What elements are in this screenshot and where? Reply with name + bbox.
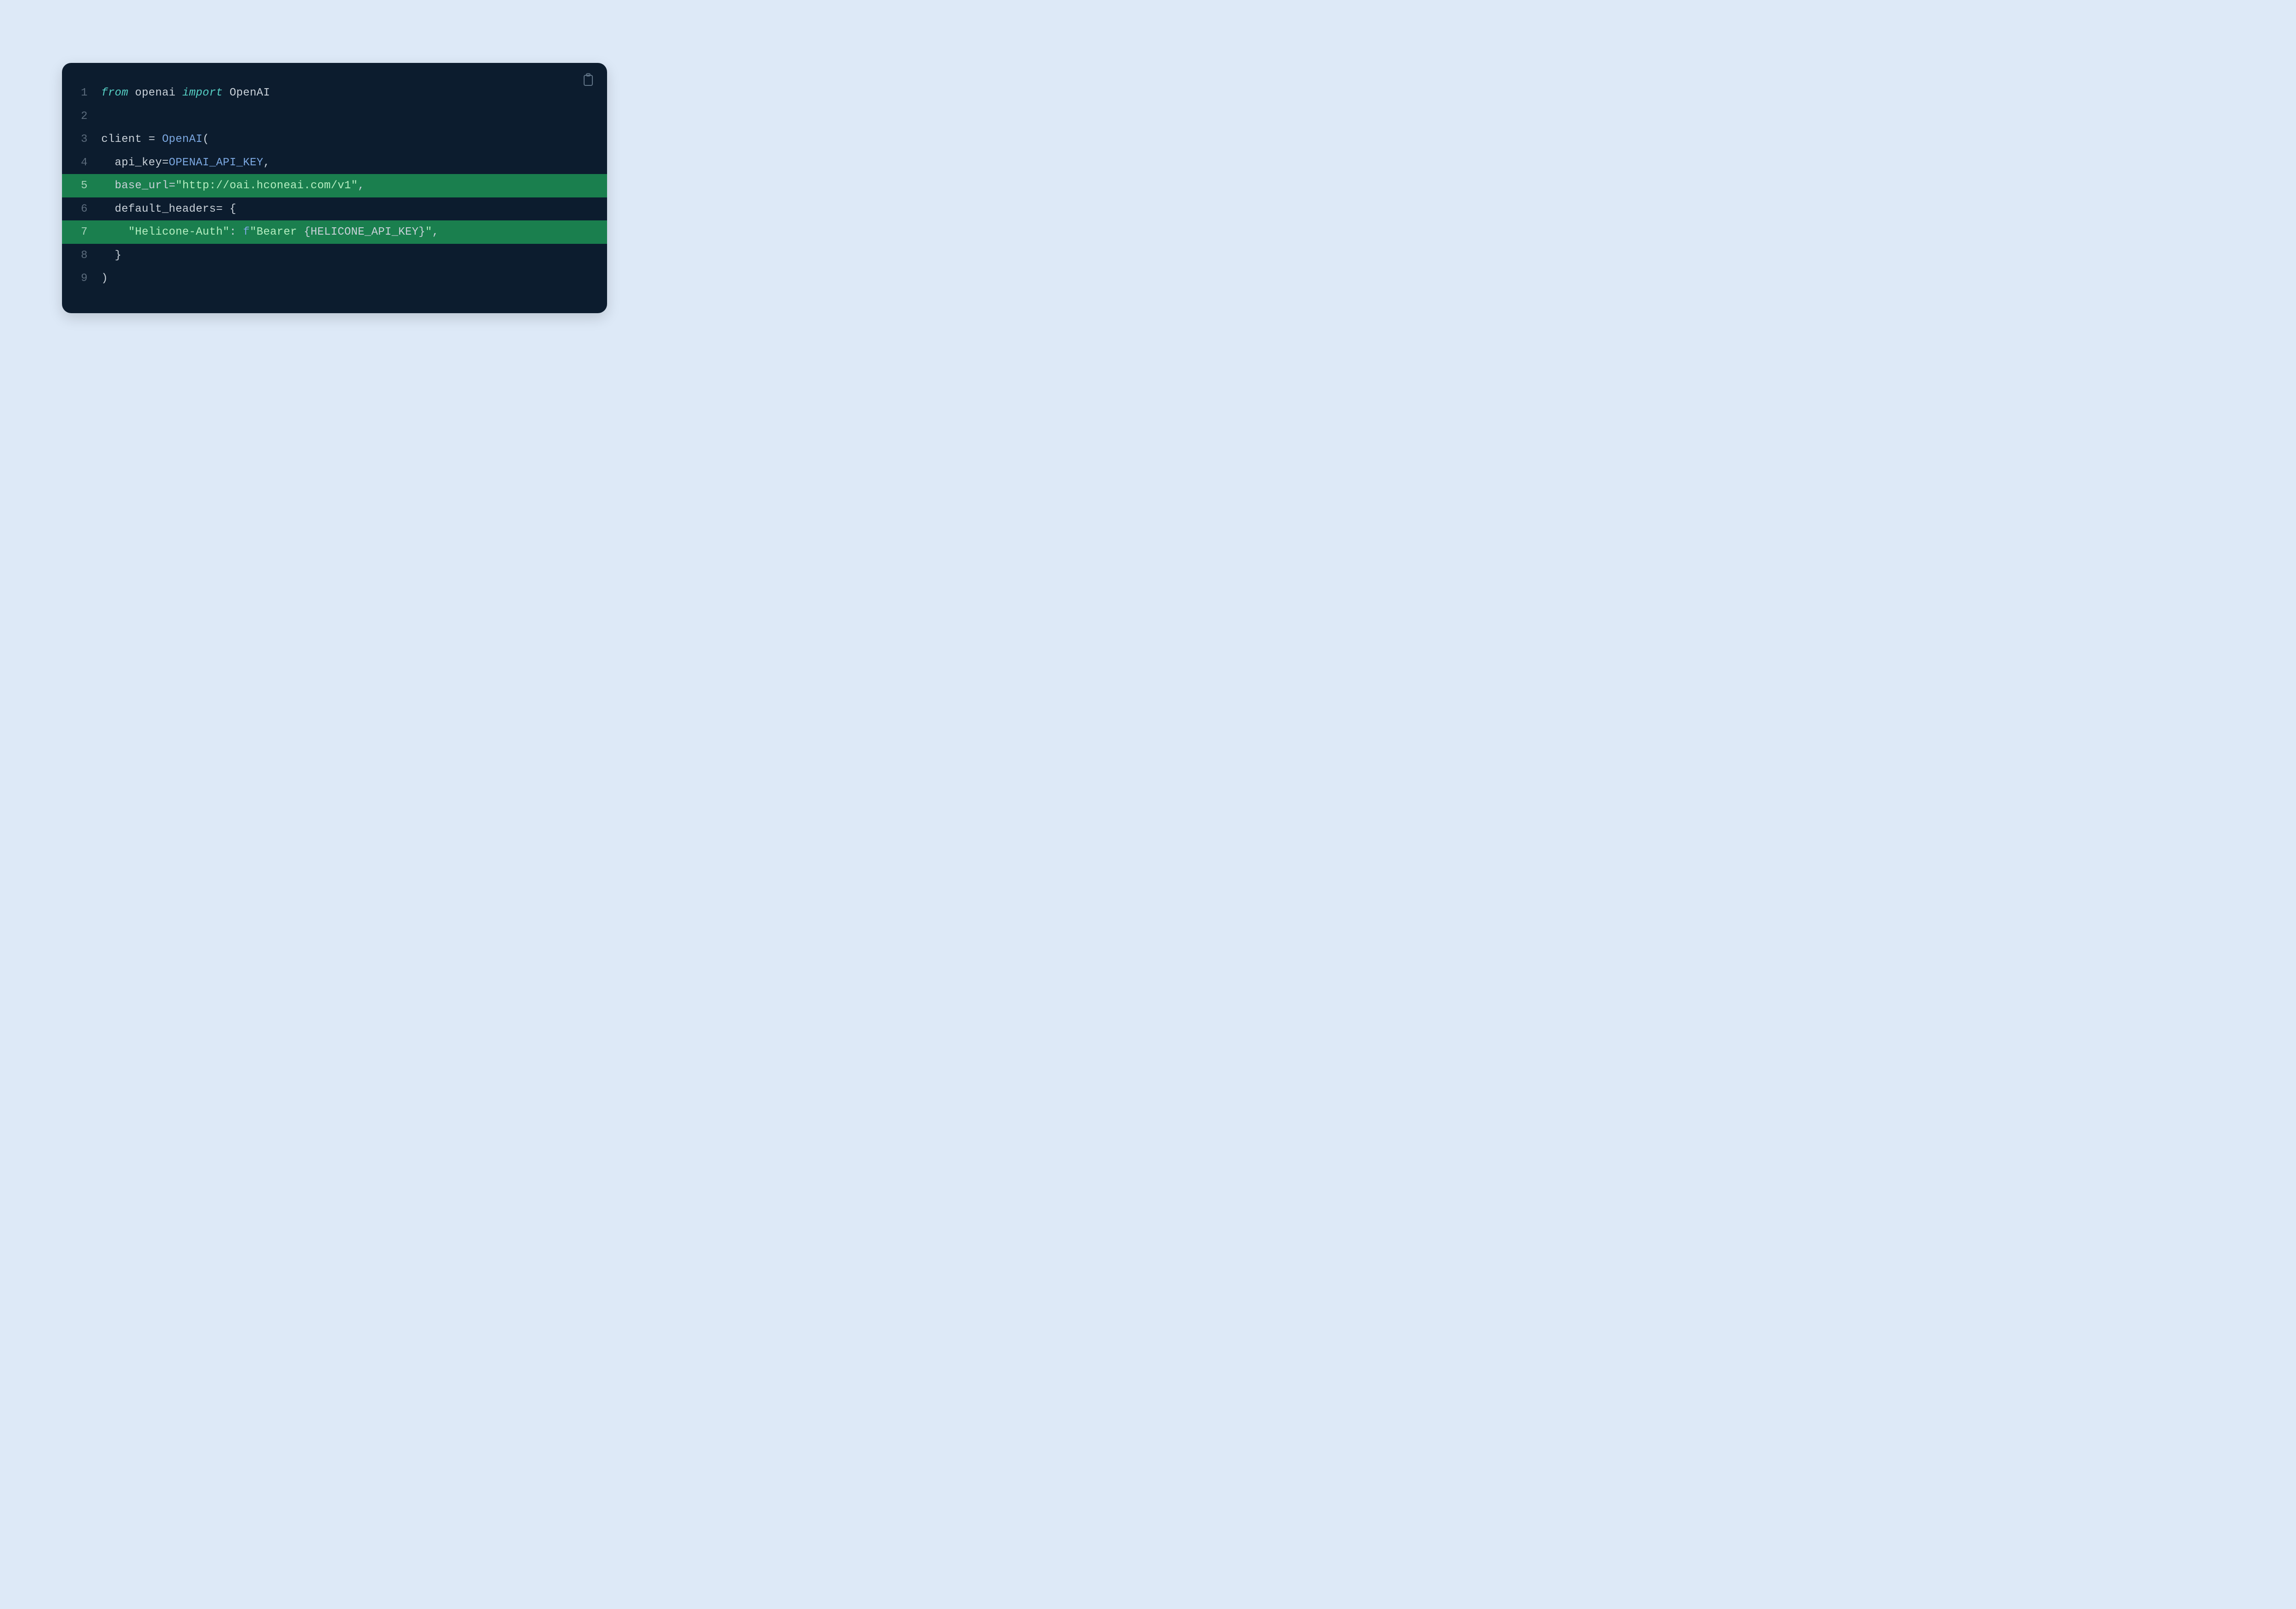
code-line: 2 [62, 105, 607, 128]
line-number: 5 [62, 180, 90, 192]
line-text: } [90, 249, 122, 262]
line-number: 9 [62, 272, 90, 285]
code-line-highlighted: 7 "Helicone-Auth": f"Bearer {HELICONE_AP… [62, 220, 607, 244]
line-text: base_url="http://oai.hconeai.com/v1", [90, 180, 365, 192]
line-number: 3 [62, 133, 90, 146]
code-line: 9 ) [62, 267, 607, 290]
line-text: ) [90, 272, 108, 285]
code-content: 1 from openai import OpenAI 2 3 client =… [62, 81, 607, 290]
code-line: 6 default_headers= { [62, 197, 607, 221]
line-number: 1 [62, 87, 90, 99]
line-number: 6 [62, 203, 90, 215]
code-line: 8 } [62, 244, 607, 267]
line-text: default_headers= { [90, 203, 236, 215]
line-number: 8 [62, 249, 90, 262]
line-text: "Helicone-Auth": f"Bearer {HELICONE_API_… [90, 226, 439, 238]
line-number: 2 [62, 110, 90, 123]
code-line: 1 from openai import OpenAI [62, 81, 607, 105]
code-line-highlighted: 5 base_url="http://oai.hconeai.com/v1", [62, 174, 607, 197]
line-number: 4 [62, 157, 90, 169]
code-line: 3 client = OpenAI( [62, 128, 607, 151]
code-block: 1 from openai import OpenAI 2 3 client =… [62, 63, 607, 313]
line-text: client = OpenAI( [90, 133, 209, 146]
line-text: from openai import OpenAI [90, 87, 270, 99]
line-text: api_key=OPENAI_API_KEY, [90, 157, 270, 169]
line-number: 7 [62, 226, 90, 238]
code-line: 4 api_key=OPENAI_API_KEY, [62, 151, 607, 174]
